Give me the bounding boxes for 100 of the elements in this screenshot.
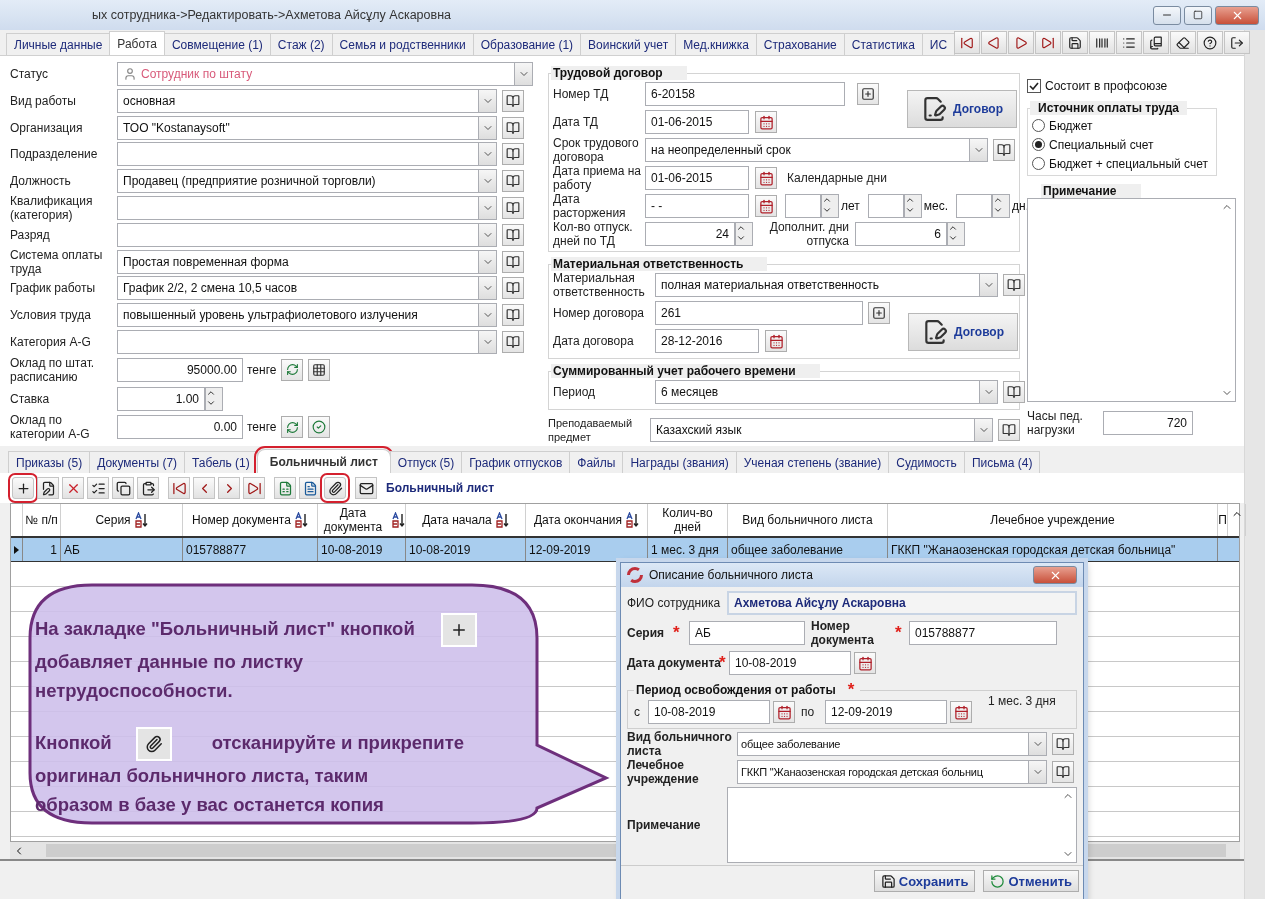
radio-button[interactable]: [1032, 119, 1045, 132]
radio-button[interactable]: [1032, 138, 1045, 151]
text-field[interactable]: 6-20158: [645, 82, 845, 106]
grid-button[interactable]: [308, 358, 331, 381]
column-header[interactable]: Дата начала: [406, 504, 526, 536]
select-field[interactable]: Сотрудник по штату: [117, 62, 515, 86]
select-field[interactable]: полная материальная ответственность: [655, 273, 980, 297]
amount-field[interactable]: 95000.00: [117, 357, 243, 382]
tab[interactable]: Приказы (5): [8, 451, 91, 473]
radio-button[interactable]: [1032, 157, 1045, 170]
recalc-button[interactable]: [281, 416, 304, 439]
add-button[interactable]: [857, 83, 879, 105]
lookup-button[interactable]: [993, 139, 1015, 161]
minimize-button[interactable]: [1153, 5, 1181, 25]
lookup-button[interactable]: [1003, 274, 1025, 296]
number-field[interactable]: 1.00: [117, 386, 205, 411]
column-header[interactable]: Дата документа: [318, 504, 406, 536]
text-field[interactable]: 261: [655, 301, 863, 325]
tab[interactable]: График отпусков: [461, 451, 571, 473]
toolbar-button[interactable]: [1089, 31, 1116, 54]
tab[interactable]: Страхование: [755, 33, 845, 55]
tab[interactable]: ИС: [921, 33, 956, 55]
lookup-button[interactable]: [998, 419, 1020, 441]
lookup-button[interactable]: [502, 277, 524, 300]
calendar-button[interactable]: [765, 330, 787, 352]
lookup-button[interactable]: [502, 250, 524, 273]
column-header[interactable]: Серия: [61, 504, 183, 536]
tab[interactable]: Судимость: [888, 451, 965, 473]
date-field[interactable]: 01-06-2015: [645, 166, 749, 190]
number-field[interactable]: [785, 194, 821, 218]
add-button[interactable]: [868, 302, 890, 324]
select-field[interactable]: [117, 196, 479, 220]
toolbar-button[interactable]: [243, 477, 265, 499]
number-field[interactable]: 24: [645, 222, 735, 246]
column-header[interactable]: Колич-во дней: [648, 504, 728, 536]
date-field[interactable]: 10-08-2019: [729, 651, 851, 675]
date-field[interactable]: - -: [645, 194, 749, 218]
number-field[interactable]: [867, 194, 904, 218]
select-field[interactable]: [117, 329, 479, 354]
number-field[interactable]: 6: [855, 222, 947, 246]
lookup-button[interactable]: [502, 330, 524, 353]
tab[interactable]: Письма (4): [963, 451, 1041, 473]
note-field[interactable]: [727, 787, 1077, 863]
lookup-button[interactable]: [502, 143, 524, 166]
toolbar-button[interactable]: [1170, 31, 1197, 54]
calendar-button[interactable]: [854, 652, 876, 674]
text-field[interactable]: 015788877: [909, 621, 1057, 645]
tab[interactable]: Больничный лист: [256, 449, 391, 473]
toolbar-button[interactable]: [355, 477, 377, 499]
number-field[interactable]: [956, 194, 993, 218]
contract-button[interactable]: Договор: [908, 313, 1018, 351]
calendar-button[interactable]: [755, 167, 777, 189]
recalc-button[interactable]: [281, 358, 304, 381]
select-field[interactable]: Продавец (предприятие розничной торговли): [117, 169, 479, 194]
maximize-button[interactable]: [1184, 5, 1212, 25]
select-field[interactable]: Простая повременная форма: [117, 249, 479, 274]
tab[interactable]: Работа: [109, 31, 165, 55]
column-header[interactable]: Дата окончания: [526, 504, 648, 536]
tab[interactable]: Ученая степень (звание): [735, 451, 890, 473]
lookup-button[interactable]: [1052, 733, 1074, 755]
calendar-button[interactable]: [950, 701, 972, 723]
tab[interactable]: Награды (звания): [622, 451, 737, 473]
lookup-button[interactable]: [502, 304, 524, 327]
toolbar-button[interactable]: [112, 477, 134, 499]
calendar-button[interactable]: [773, 701, 795, 723]
column-header[interactable]: Лечебное учреждение: [888, 504, 1218, 536]
checkbox[interactable]: [1027, 78, 1041, 93]
column-header[interactable]: П: [1218, 504, 1228, 536]
tab[interactable]: Воинский учет: [580, 33, 677, 55]
date-field[interactable]: 01-06-2015: [645, 110, 749, 134]
select-field[interactable]: на неопределенный срок: [645, 138, 970, 162]
contract-button[interactable]: Договор: [907, 90, 1017, 128]
column-header[interactable]: Вид больничного листа: [728, 504, 888, 536]
lookup-button[interactable]: [502, 116, 524, 139]
date-field[interactable]: 10-08-2019: [648, 700, 770, 724]
tab[interactable]: Совмещение (1): [163, 33, 271, 55]
lookup-button[interactable]: [502, 223, 524, 246]
toolbar-button[interactable]: [1062, 31, 1089, 54]
note-field[interactable]: [1027, 198, 1236, 402]
tab[interactable]: Семья и родственники: [331, 33, 474, 55]
select-field[interactable]: основная: [117, 88, 479, 113]
select-field[interactable]: График 2/2, 2 смена 10,5 часов: [117, 276, 479, 301]
tab[interactable]: Документы (7): [89, 451, 186, 473]
column-header[interactable]: № п/п: [23, 504, 61, 536]
save-button[interactable]: Сохранить: [873, 870, 976, 892]
select-field[interactable]: [117, 222, 479, 247]
lookup-button[interactable]: [502, 89, 524, 112]
close-button[interactable]: [1033, 566, 1077, 584]
column-header[interactable]: Номер документа: [183, 504, 318, 536]
select-field[interactable]: Казахский язык: [650, 418, 975, 442]
amount-field[interactable]: 0.00: [117, 415, 243, 440]
select-field[interactable]: ТОО "Kostanaysoft": [117, 115, 479, 140]
date-field[interactable]: 12-09-2019: [825, 700, 947, 724]
tab[interactable]: Отпуск (5): [389, 451, 463, 473]
select-field[interactable]: [117, 142, 479, 167]
toolbar-button[interactable]: [1143, 31, 1170, 54]
lookup-button[interactable]: [1052, 761, 1074, 783]
text-field[interactable]: АБ: [689, 621, 805, 645]
select-field[interactable]: повышенный уровень ультрафиолетового излучения: [117, 303, 479, 328]
cancel-button[interactable]: Отменить: [983, 870, 1079, 892]
